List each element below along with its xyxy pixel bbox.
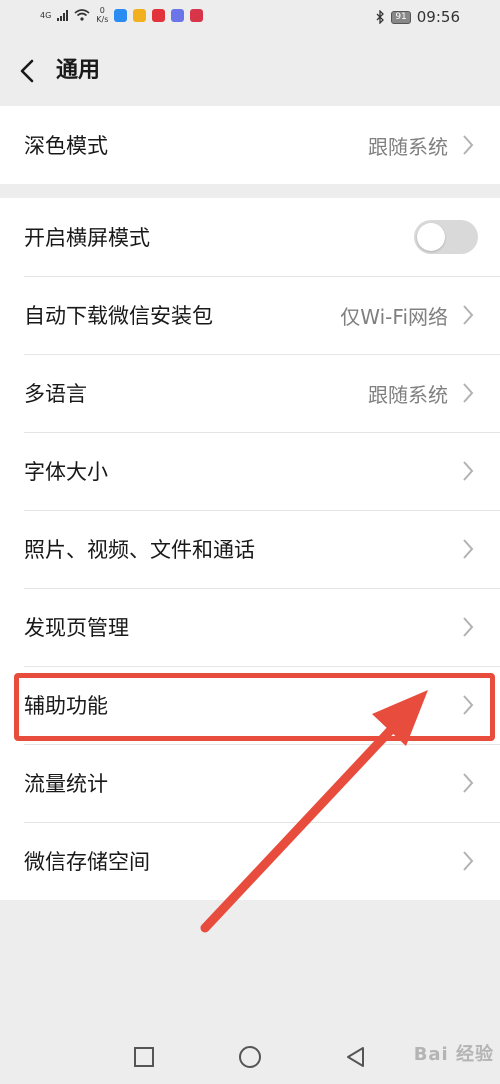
setting-label: 辅助功能 (24, 694, 108, 718)
speed-value: 0 (99, 6, 105, 15)
status-right: 91 09:56 (375, 8, 460, 26)
settings-group-appearance: 深色模式 跟随系统 (0, 106, 500, 184)
network-type: 4G (40, 10, 52, 20)
app-notification-icon (152, 8, 166, 22)
app-notification-icon (114, 8, 128, 22)
chevron-right-icon (463, 617, 474, 637)
chevron-right-icon (463, 695, 474, 715)
battery-icon: 91 (391, 10, 411, 24)
chevron-right-icon (463, 461, 474, 481)
app-notification-icon (171, 8, 185, 22)
chevron-right-icon (463, 539, 474, 559)
back-icon[interactable] (14, 56, 42, 86)
setting-value: 跟随系统 (368, 382, 448, 407)
setting-storage[interactable]: 微信存储空间 (0, 822, 500, 900)
back-nav-button[interactable] (343, 1044, 369, 1070)
setting-value: 跟随系统 (368, 134, 448, 159)
app-notification-icon (190, 8, 204, 22)
watermark-text: Bai 经验 (413, 1044, 494, 1065)
bluetooth-icon (376, 10, 385, 24)
top-bar: 通用 (0, 36, 500, 106)
network-speed: 0 K/s (96, 6, 108, 24)
chevron-right-icon (463, 383, 474, 403)
setting-label: 照片、视频、文件和通话 (24, 538, 255, 562)
chevron-right-icon (463, 305, 474, 325)
status-left: 4G 0 K/s (40, 6, 204, 24)
clock: 09:56 (416, 8, 460, 26)
recent-apps-button[interactable] (131, 1044, 157, 1070)
status-bar: 4G 0 K/s 91 09:56 (0, 0, 500, 36)
speed-unit: K/s (96, 15, 109, 24)
setting-media-files-calls[interactable]: 照片、视频、文件和通话 (0, 510, 500, 588)
signal-icon (57, 9, 69, 21)
setting-label: 多语言 (24, 382, 87, 406)
setting-data-usage[interactable]: 流量统计 (0, 744, 500, 822)
page-title: 通用 (56, 58, 101, 83)
toggle-knob (417, 223, 445, 251)
setting-discover-management[interactable]: 发现页管理 (0, 588, 500, 666)
setting-label: 开启横屏模式 (24, 226, 150, 250)
setting-font-size[interactable]: 字体大小 (0, 432, 500, 510)
chevron-right-icon (463, 851, 474, 871)
setting-language[interactable]: 多语言 跟随系统 (0, 354, 500, 432)
setting-dark-mode[interactable]: 深色模式 跟随系统 (0, 106, 500, 184)
setting-label: 深色模式 (24, 134, 108, 158)
setting-label: 自动下载微信安装包 (24, 304, 213, 328)
setting-label: 发现页管理 (24, 616, 129, 640)
chevron-right-icon (463, 135, 474, 155)
setting-label: 微信存储空间 (24, 850, 150, 874)
setting-label: 流量统计 (24, 772, 108, 796)
setting-value: 仅Wi-Fi网络 (340, 304, 448, 329)
setting-landscape-mode: 开启横屏模式 (0, 198, 500, 276)
landscape-toggle[interactable] (414, 220, 478, 254)
settings-group-general: 开启横屏模式 自动下载微信安装包 仅Wi-Fi网络 多语言 跟随系统 字体大小 … (0, 198, 500, 900)
home-button[interactable] (237, 1044, 263, 1070)
setting-accessibility[interactable]: 辅助功能 (0, 666, 500, 744)
wifi-icon (74, 9, 90, 21)
setting-label: 字体大小 (24, 460, 108, 484)
chevron-right-icon (463, 773, 474, 793)
app-notification-icon (133, 8, 147, 22)
setting-auto-download[interactable]: 自动下载微信安装包 仅Wi-Fi网络 (0, 276, 500, 354)
